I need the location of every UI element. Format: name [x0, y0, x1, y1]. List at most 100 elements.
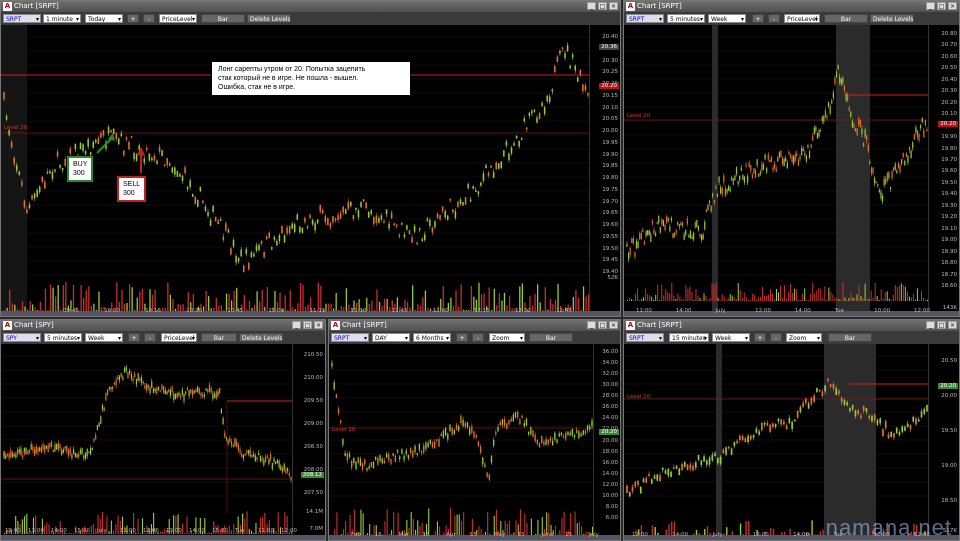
zoom-in-button[interactable]: + [754, 333, 766, 342]
interval-select[interactable]: 5 minutes [44, 333, 82, 342]
volume-bar [773, 299, 775, 301]
zoom-out-button[interactable]: - [768, 14, 780, 23]
window-titlebar[interactable]: A Chart [SPY] _ □ × [1, 320, 325, 331]
maximize-button[interactable]: □ [303, 321, 312, 329]
price-chart[interactable] [624, 25, 930, 317]
horizontal-scrollbar[interactable] [624, 311, 959, 316]
price-chart[interactable] [329, 344, 595, 541]
window-titlebar[interactable]: A Chart [SRPT] _ □ × [624, 1, 959, 12]
symbol-input[interactable]: SRPT [3, 14, 41, 23]
volume-bar [790, 283, 792, 301]
minimize-button[interactable]: _ [926, 2, 935, 10]
chart-window-srpt-daily: A Chart [SRPT] _ □ × SRPT DAY 6 Months +… [328, 319, 621, 541]
close-button[interactable]: × [609, 321, 618, 329]
maximize-button[interactable]: □ [937, 2, 946, 10]
window-titlebar[interactable]: A Chart [SRPT] _ □ × [624, 320, 959, 331]
delete-levels-button[interactable]: Delete Levels [247, 14, 291, 23]
volume-bar [536, 284, 539, 311]
window-titlebar[interactable]: A Chart [SRPT] _ □ × [329, 320, 620, 331]
sell-marker[interactable]: SELL 300 [117, 176, 147, 202]
candle-body [739, 175, 741, 180]
symbol-input[interactable]: SRPT [626, 14, 664, 23]
mode-select[interactable]: PriceLevel [159, 14, 197, 23]
candle-body [495, 162, 497, 170]
zoom-in-button[interactable]: + [456, 333, 468, 342]
candle-body [639, 233, 641, 240]
candle-body [418, 443, 421, 450]
maximize-button[interactable]: □ [598, 2, 607, 10]
candle-body [390, 459, 392, 464]
mode-select[interactable]: PriceLevel [161, 333, 197, 342]
candle-body [412, 450, 414, 458]
candle-body [375, 215, 378, 223]
mode-select[interactable]: Zoom [489, 333, 525, 342]
y-tick-label: 26.00 [602, 404, 618, 411]
volume-bar [798, 299, 800, 301]
minimize-button[interactable]: _ [587, 2, 596, 10]
bar-button[interactable]: Bar [828, 333, 872, 342]
candle-body [503, 419, 506, 426]
minimize-button[interactable]: _ [587, 321, 596, 329]
interval-select[interactable]: DAY [372, 333, 410, 342]
candle-body [748, 162, 750, 167]
minimize-button[interactable]: _ [292, 321, 301, 329]
interval-select[interactable]: 1 minute [43, 14, 81, 23]
candle-body [868, 415, 871, 419]
minimize-button[interactable]: _ [926, 321, 935, 329]
annotation-note[interactable]: Лонг сарепты утром от 20. Попытка зацепи… [211, 61, 411, 96]
delete-levels-button[interactable]: Delete Levels [239, 333, 283, 342]
window-titlebar[interactable]: A Chart [SRPT] _ □ × [1, 1, 620, 12]
mode-select[interactable]: Zoom [786, 333, 822, 342]
zoom-out-button[interactable]: - [144, 333, 156, 342]
zoom-out-button[interactable]: - [143, 14, 155, 23]
range-select[interactable]: 6 Months [413, 333, 451, 342]
symbol-input[interactable]: SRPT [626, 333, 664, 342]
zoom-in-button[interactable]: + [128, 333, 140, 342]
candle-body [582, 84, 584, 92]
bar-button[interactable]: Bar [201, 333, 237, 342]
close-button[interactable]: × [314, 321, 323, 329]
horizontal-scrollbar[interactable] [1, 535, 325, 540]
volume-bar [763, 296, 765, 301]
x-tick-label: 12:15 [473, 308, 490, 314]
maximize-button[interactable]: □ [937, 321, 946, 329]
volume-bar [669, 293, 671, 301]
candle-body [198, 388, 200, 395]
close-button[interactable]: × [948, 2, 957, 10]
bar-button[interactable]: Bar [201, 14, 245, 23]
candle-body [217, 220, 219, 225]
zoom-out-button[interactable]: - [472, 333, 484, 342]
price-chart[interactable] [624, 344, 930, 541]
zoom-out-button[interactable]: - [770, 333, 782, 342]
buy-marker[interactable]: BUY 300 [67, 156, 94, 182]
maximize-button[interactable]: □ [598, 321, 607, 329]
interval-select[interactable]: 5 minutes [667, 14, 705, 23]
candle-body [664, 224, 666, 231]
bar-button[interactable]: Bar [824, 14, 868, 23]
close-button[interactable]: × [609, 2, 618, 10]
symbol-input[interactable]: SPY [3, 333, 41, 342]
range-select[interactable]: Week [712, 333, 750, 342]
candle-body [71, 454, 73, 459]
symbol-input[interactable]: SRPT [331, 333, 369, 342]
range-select[interactable]: Week [85, 333, 123, 342]
zoom-in-button[interactable]: + [752, 14, 764, 23]
candle-body [739, 435, 741, 441]
candle-body [207, 212, 209, 216]
x-tick-label: 14:00 [794, 308, 811, 314]
mode-select[interactable]: PriceLevel [784, 14, 820, 23]
candle-body [661, 218, 663, 225]
volume-bar [302, 284, 304, 311]
y-tick-label: 20.60 [941, 53, 957, 60]
y-tick-label: 209.00 [303, 421, 323, 427]
range-select[interactable]: Today [85, 14, 123, 23]
close-button[interactable]: × [948, 321, 957, 329]
candle-body [181, 175, 184, 182]
zoom-in-button[interactable]: + [127, 14, 139, 23]
bar-button[interactable]: Bar [529, 333, 573, 342]
delete-levels-button[interactable]: Delete Levels [870, 14, 914, 23]
price-chart[interactable] [1, 344, 294, 541]
interval-select[interactable]: 15 minutes [669, 333, 709, 342]
volume-bar [834, 298, 836, 301]
range-select[interactable]: Week [708, 14, 746, 23]
